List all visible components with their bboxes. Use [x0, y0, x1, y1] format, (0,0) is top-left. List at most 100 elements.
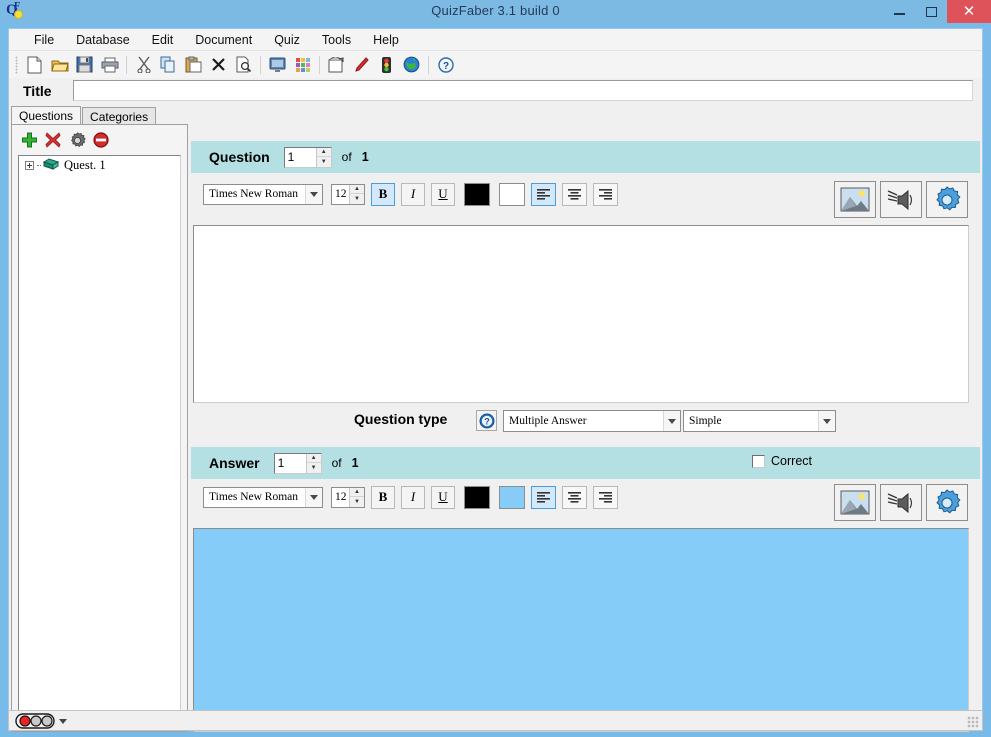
settings-gear-icon[interactable]: [926, 181, 968, 218]
traffic-light-icon[interactable]: [15, 713, 55, 729]
question-forecolor-button[interactable]: [464, 182, 490, 206]
chevron-down-icon[interactable]: [59, 718, 67, 724]
paste-clipboard-icon[interactable]: [182, 54, 205, 76]
help-question-icon[interactable]: ?: [476, 410, 497, 431]
monitor-icon[interactable]: [266, 54, 289, 76]
answer-forecolor-button[interactable]: [464, 485, 490, 509]
answer-bold-button[interactable]: B: [371, 485, 395, 509]
chevron-down-icon[interactable]: [305, 184, 322, 204]
answer-font-combo[interactable]: Times New Roman: [203, 486, 323, 508]
tree-item-quest-1[interactable]: Quest. 1: [19, 156, 180, 174]
insert-sound-icon[interactable]: [880, 181, 922, 218]
question-align-right-button[interactable]: [593, 182, 618, 206]
new-document-icon[interactable]: [23, 54, 46, 76]
question-align-left-button[interactable]: [531, 182, 556, 206]
question-align-center-button[interactable]: [562, 182, 587, 206]
question-underline-button[interactable]: U: [431, 182, 455, 206]
quiz-title-input[interactable]: [73, 80, 973, 101]
question-italic-button[interactable]: I: [401, 182, 425, 206]
insert-image-icon[interactable]: [834, 181, 876, 218]
menu-edit[interactable]: Edit: [141, 31, 185, 49]
status-traffic-light-group[interactable]: [15, 713, 67, 729]
sidebar-panel: Quest. 1: [11, 124, 188, 732]
red-pencil-icon[interactable]: [350, 54, 373, 76]
menu-database[interactable]: Database: [65, 31, 141, 49]
traffic-light-icon[interactable]: [375, 54, 398, 76]
answer-index-up[interactable]: ▲: [306, 454, 321, 463]
answer-fontsize-spinner[interactable]: 12 ▲ ▼: [331, 486, 365, 508]
answer-fontsize-arrows[interactable]: ▲ ▼: [349, 487, 364, 507]
answer-backcolor-swatch: [500, 486, 524, 508]
question-fontsize-up[interactable]: ▲: [350, 185, 364, 194]
help-question-icon[interactable]: ?: [434, 54, 457, 76]
question-tree[interactable]: Quest. 1: [18, 155, 181, 725]
delete-x-icon[interactable]: [41, 129, 65, 151]
close-button[interactable]: ✕: [947, 0, 991, 23]
question-bold-button[interactable]: B: [371, 182, 395, 206]
insert-image-icon[interactable]: [834, 484, 876, 521]
cut-scissors-icon[interactable]: [132, 54, 155, 76]
save-disk-icon[interactable]: [73, 54, 96, 76]
menu-document[interactable]: Document: [184, 31, 263, 49]
question-mode-combo[interactable]: Simple: [683, 410, 836, 432]
answer-fontsize-up[interactable]: ▲: [350, 488, 364, 497]
toolbar-grip[interactable]: [15, 55, 18, 74]
add-plus-icon[interactable]: [17, 129, 41, 151]
settings-gear-icon[interactable]: [926, 484, 968, 521]
minimize-button[interactable]: [883, 0, 915, 23]
print-preview-icon[interactable]: [232, 54, 255, 76]
correct-checkbox-group[interactable]: Correct: [752, 454, 812, 468]
question-index-spinner[interactable]: ▲ ▼: [283, 146, 332, 168]
menu-tools[interactable]: Tools: [311, 31, 362, 49]
template-house-icon[interactable]: [325, 54, 348, 76]
menu-quiz[interactable]: Quiz: [263, 31, 311, 49]
forbidden-icon[interactable]: [89, 129, 113, 151]
answer-italic-button[interactable]: I: [401, 485, 425, 509]
answer-label: Answer: [209, 455, 260, 471]
menu-help[interactable]: Help: [362, 31, 410, 49]
menu-file[interactable]: File: [23, 31, 65, 49]
color-grid-icon[interactable]: [291, 54, 314, 76]
answer-fontsize-down[interactable]: ▼: [350, 497, 364, 507]
delete-x-icon[interactable]: [207, 54, 230, 76]
expand-icon[interactable]: [25, 160, 34, 170]
answer-index-input[interactable]: [274, 453, 306, 473]
answer-text-editor[interactable]: [193, 528, 969, 732]
question-fontsize-down[interactable]: ▼: [350, 194, 364, 204]
question-fontsize-spinner[interactable]: 12 ▲ ▼: [331, 183, 365, 205]
question-index-down[interactable]: ▼: [317, 157, 331, 167]
answer-index-arrows[interactable]: ▲ ▼: [305, 453, 321, 473]
insert-sound-icon[interactable]: [880, 484, 922, 521]
chevron-down-icon[interactable]: [818, 411, 835, 431]
tab-questions[interactable]: Questions: [11, 106, 82, 125]
chevron-down-icon[interactable]: [305, 487, 322, 507]
question-index-up[interactable]: ▲: [316, 148, 331, 157]
chevron-down-icon[interactable]: [663, 411, 680, 431]
answer-align-left-button[interactable]: [531, 485, 556, 509]
question-index-arrows[interactable]: ▲ ▼: [315, 147, 331, 167]
question-fontsize-arrows[interactable]: ▲ ▼: [349, 184, 364, 204]
correct-label: Correct: [771, 454, 812, 468]
copy-icon[interactable]: [157, 54, 180, 76]
answer-underline-button[interactable]: U: [431, 485, 455, 509]
answer-align-right-button[interactable]: [593, 485, 618, 509]
maximize-button[interactable]: [915, 0, 947, 23]
question-backcolor-button[interactable]: [499, 182, 525, 206]
globe-icon[interactable]: [400, 54, 423, 76]
answer-index-spinner[interactable]: ▲ ▼: [273, 452, 322, 474]
answer-align-center-button[interactable]: [562, 485, 587, 509]
gear-icon[interactable]: [65, 129, 89, 151]
question-text-editor[interactable]: [193, 225, 969, 403]
resize-grip[interactable]: [967, 716, 979, 728]
question-font-combo[interactable]: Times New Roman: [203, 183, 323, 205]
answer-format-toolbar: Times New Roman 12 ▲ ▼ B I U: [191, 482, 980, 521]
question-index-input[interactable]: [284, 147, 316, 167]
answer-index-down[interactable]: ▼: [307, 463, 321, 473]
question-type-combo[interactable]: Multiple Answer: [503, 410, 681, 432]
open-folder-icon[interactable]: [48, 54, 71, 76]
tab-categories[interactable]: Categories: [82, 107, 157, 125]
correct-checkbox[interactable]: [752, 454, 766, 468]
question-media-buttons: [830, 181, 968, 218]
print-icon[interactable]: [98, 54, 121, 76]
answer-backcolor-button[interactable]: [499, 485, 525, 509]
